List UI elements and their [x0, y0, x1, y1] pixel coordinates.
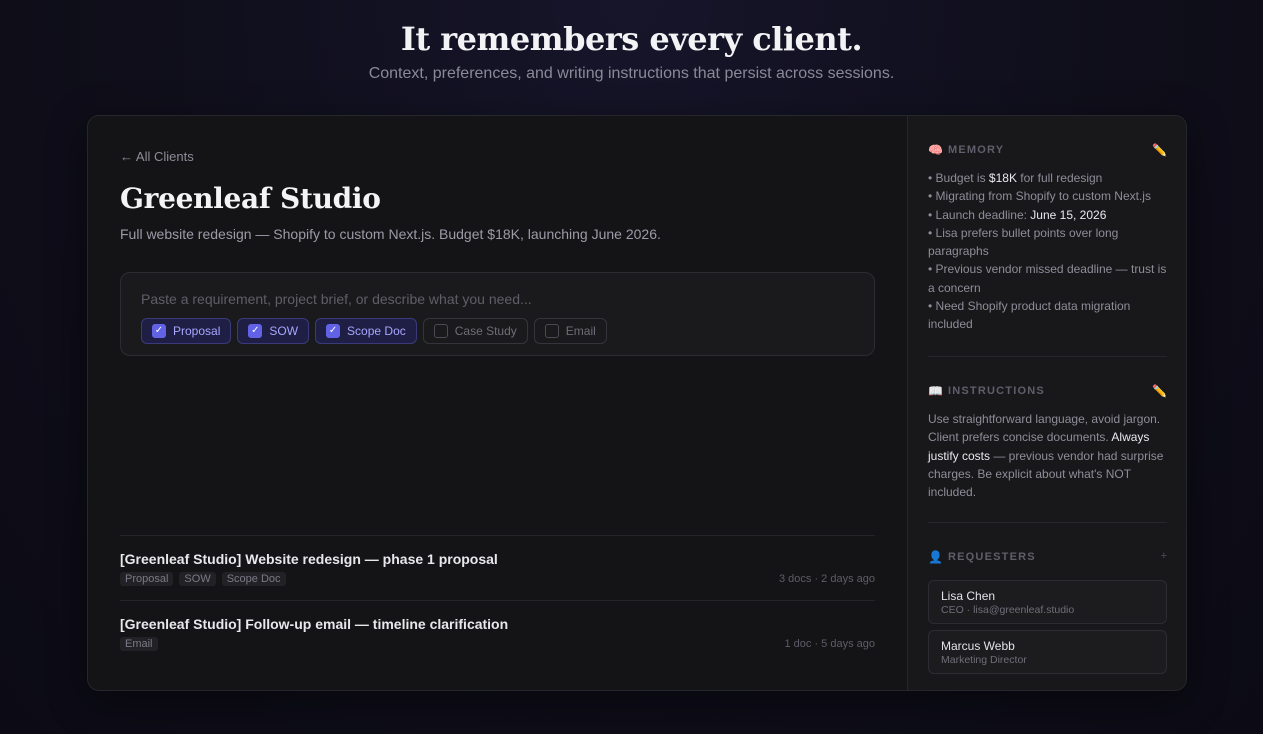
requesters-label: REQUESTERS: [948, 551, 1036, 563]
history-item-meta: 1 doc · 5 days ago: [784, 638, 875, 650]
pencil-icon[interactable]: ✏️: [1152, 384, 1167, 398]
memory-item: • Launch deadline: June 15, 2026: [928, 207, 1107, 222]
instructions-section: 📖 INSTRUCTIONS ✏️ Use straightforward la…: [928, 384, 1167, 501]
memory-section: 🧠 MEMORY ✏️ • Budget is $18K for full re…: [928, 143, 1167, 334]
instructions-header: 📖 INSTRUCTIONS ✏️: [928, 384, 1167, 400]
requesters-header: 👤 REQUESTERS +: [928, 550, 1167, 566]
requesters-section: 👤 REQUESTERS + Lisa Chen CEO · lisa@gree…: [928, 550, 1167, 674]
memory-item: • Migrating from Shopify to custom Next.…: [928, 189, 1151, 204]
memory-header: 🧠 MEMORY ✏️: [928, 143, 1167, 159]
history-item-title: [Greenleaf Studio] Website redesign — ph…: [120, 551, 498, 567]
requester-name: Marcus Webb: [941, 639, 1015, 653]
section-divider: [928, 356, 1167, 357]
doc-type-chip-scope-doc[interactable]: ✓ Scope Doc: [315, 318, 417, 344]
requester-role: CEO · lisa@greenleaf.studio: [941, 604, 1075, 616]
document-history: [Greenleaf Studio] Website redesign — ph…: [120, 535, 875, 665]
hero-subtitle: Context, preferences, and writing instru…: [368, 65, 895, 82]
memory-item: • Lisa prefers bullet points over long p…: [928, 225, 1119, 259]
history-item-tags: Email: [120, 637, 158, 651]
checkbox-icon: ✓: [248, 324, 263, 338]
doc-type-chip-email[interactable]: Email: [533, 318, 607, 344]
checkbox-icon: [544, 324, 559, 338]
doc-type-label: Case Study: [454, 324, 517, 338]
memory-list: • Budget is $18K for full redesign • Mig…: [928, 169, 1167, 334]
checkbox-icon: ✓: [326, 324, 341, 338]
doc-type-chip-case-study[interactable]: Case Study: [422, 318, 528, 344]
requester-role: Marketing Director: [941, 654, 1027, 666]
brain-icon: 🧠: [928, 143, 943, 157]
doc-type-selector: ✓ Proposal ✓ SOW ✓ Scope Doc Case Study: [141, 318, 607, 344]
instructions-label: INSTRUCTIONS: [948, 385, 1045, 397]
doc-type-chip-sow[interactable]: ✓ SOW: [237, 318, 310, 344]
doc-type-chip-proposal[interactable]: ✓ Proposal: [141, 318, 232, 344]
checkbox-icon: ✓: [152, 324, 166, 338]
doc-tag: SOW: [179, 572, 216, 586]
history-item-title: [Greenleaf Studio] Follow-up email — tim…: [120, 616, 509, 632]
add-requester-button[interactable]: +: [1161, 550, 1167, 562]
memory-item: • Budget is $18K for full redesign: [928, 171, 1103, 185]
memory-item: • Need Shopify product data migration in…: [928, 299, 1131, 332]
doc-type-label: Scope Doc: [347, 324, 406, 338]
history-item[interactable]: [Greenleaf Studio] Follow-up email — tim…: [120, 600, 875, 665]
client-card: ← All Clients Greenleaf Studio Full webs…: [87, 115, 1187, 691]
client-main-panel: ← All Clients Greenleaf Studio Full webs…: [88, 116, 907, 690]
history-item[interactable]: [Greenleaf Studio] Website redesign — ph…: [120, 535, 875, 600]
client-name: Greenleaf Studio: [120, 182, 381, 215]
doc-type-label: Email: [565, 324, 596, 338]
doc-type-label: Proposal: [173, 324, 221, 338]
client-description: Full website redesign — Shopify to custo…: [120, 226, 661, 242]
requester-name: Lisa Chen: [941, 589, 996, 603]
memory-label: MEMORY: [948, 144, 1005, 156]
doc-tag: Email: [120, 637, 158, 651]
requirement-composer: ✓ Proposal ✓ SOW ✓ Scope Doc Case Study: [120, 272, 875, 356]
all-clients-link[interactable]: ← All Clients: [120, 149, 194, 164]
checkbox-icon: [433, 324, 448, 338]
hero-title: It remembers every client.: [400, 20, 863, 58]
history-item-meta: 3 docs · 2 days ago: [778, 573, 875, 585]
requester-card[interactable]: Marcus Webb Marketing Director: [928, 630, 1167, 674]
instructions-text: Use straightforward language, avoid jarg…: [928, 412, 1164, 500]
person-icon: 👤: [928, 550, 943, 564]
requirement-input[interactable]: [141, 289, 841, 309]
memory-item: • Previous vendor missed deadline — trus…: [928, 262, 1167, 295]
book-icon: 📖: [928, 384, 943, 398]
section-divider: [928, 522, 1167, 523]
doc-type-label: SOW: [269, 324, 299, 338]
pencil-icon[interactable]: ✏️: [1152, 143, 1167, 157]
history-item-tags: Proposal SOW Scope Doc: [120, 572, 286, 586]
requester-card[interactable]: Lisa Chen CEO · lisa@greenleaf.studio: [928, 580, 1167, 624]
client-context-sidebar: 🧠 MEMORY ✏️ • Budget is $18K for full re…: [907, 116, 1186, 690]
doc-tag: Proposal: [120, 572, 174, 586]
doc-tag: Scope Doc: [221, 572, 286, 586]
